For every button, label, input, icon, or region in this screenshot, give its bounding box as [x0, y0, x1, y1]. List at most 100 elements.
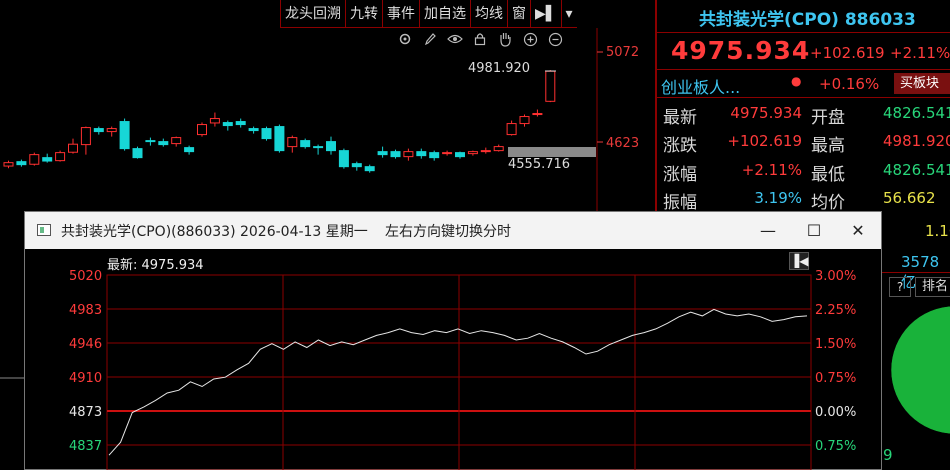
candle-body [55, 152, 66, 162]
candle-body [455, 152, 465, 158]
y-tick-label: 2.25% [815, 303, 856, 318]
popup-hint: 左右方向键切换分时 [385, 224, 511, 240]
sector-name[interactable]: 创业板人... [661, 74, 740, 98]
candle-body [429, 152, 440, 159]
divider [657, 97, 950, 98]
popup-titlebar[interactable]: 共封装光学(CPO)(886033) 2026-04-13 星期一 左右方向键切… [25, 212, 881, 249]
price-change-pct: +2.11% [890, 44, 950, 62]
y-tick-label: 4837 [69, 439, 102, 454]
candle-body [145, 140, 156, 143]
pie-slice [890, 306, 950, 434]
minus-circle-icon[interactable] [546, 30, 564, 48]
candle-body [235, 121, 246, 126]
candle-body [545, 70, 556, 102]
price-change: +102.619 [810, 44, 885, 62]
quote-row: 涨跌 +102.619 最高 4981.920 [657, 131, 950, 158]
candle-body [29, 154, 40, 165]
candle-body [119, 121, 130, 150]
divider [657, 69, 950, 70]
price-line [108, 308, 808, 456]
quote-row-value: +2.11% [741, 161, 802, 179]
candle-body [506, 123, 517, 136]
quote-row-value: 4826.541 [883, 161, 950, 179]
latest-price-label: 最新: 4975.934 [107, 258, 204, 273]
candle-body [364, 166, 375, 172]
y-tick-label: 5020 [69, 269, 102, 284]
nav-back-icon[interactable]: ▐◀ [789, 252, 809, 270]
candle-body [351, 163, 362, 168]
app-icon [37, 224, 51, 236]
buy-sector-button[interactable]: 买板块 [894, 73, 950, 94]
candle-body [80, 127, 91, 146]
quote-row-label: 振幅 [663, 193, 697, 213]
pen-icon[interactable] [421, 30, 439, 48]
candles-group [3, 70, 556, 173]
axis-price-label: 5072 [606, 45, 640, 60]
low-price-label: 4555.716 [508, 157, 571, 172]
quote-row-label: 均价 [811, 193, 845, 213]
play-to-end-icon[interactable]: ▶▌ [530, 0, 561, 28]
candle-body [493, 146, 504, 152]
quote-row-label: 开盘 [811, 108, 845, 128]
y-tick-label: 0.75% [815, 371, 856, 386]
toolbar-item-add-watchlist[interactable]: 加自选 [419, 0, 470, 28]
quote-row: 最新 4975.934 开盘 4826.541 [657, 103, 950, 130]
toolbar-item-nine-turn[interactable]: 九转 [345, 0, 382, 28]
toolbar-item-leader-review[interactable]: 龙头回溯 [280, 0, 345, 28]
y-tick-label: 4946 [69, 337, 102, 352]
candle-body [377, 151, 388, 156]
y-tick-label: 0.75% [815, 439, 856, 454]
hand-icon[interactable] [496, 30, 514, 48]
candle-body [416, 151, 427, 157]
y-tick-label: 0.00% [815, 405, 856, 420]
sector-change-pct: +0.16% [819, 75, 880, 93]
chevron-down-icon[interactable]: ▾ [560, 0, 577, 28]
quote-row-label: 最新 [663, 108, 697, 128]
chart-grid [106, 274, 812, 470]
candle-body [158, 141, 169, 146]
plus-circle-icon[interactable] [521, 30, 539, 48]
toolbar-item-moving-average[interactable]: 均线 [470, 0, 507, 28]
help-button[interactable]: ? [889, 277, 911, 297]
candle-body [338, 150, 349, 168]
candle-body [93, 128, 104, 133]
maximize-icon[interactable]: ☐ [791, 212, 837, 249]
quote-row-label: 最高 [811, 136, 845, 156]
candle-body [519, 116, 530, 125]
minimize-icon[interactable]: — [745, 212, 791, 249]
quote-row-label: 涨幅 [663, 165, 697, 185]
candle-body [171, 137, 182, 145]
candle-body [300, 140, 311, 148]
chart-tools-row [396, 30, 564, 48]
rank-button[interactable]: 排名 [915, 277, 950, 297]
candle-body [480, 150, 491, 153]
quote-row-value: 4975.934 [730, 104, 802, 122]
quote-row-value: 4981.920 [883, 132, 950, 150]
candle-body [287, 137, 298, 148]
gear-icon[interactable] [396, 30, 414, 48]
toolbar-item-window[interactable]: 窗 [507, 0, 530, 28]
misc-value: 1.10 [925, 222, 950, 240]
y-tick-label: 4910 [69, 371, 102, 386]
y-tick-label: 4983 [69, 303, 102, 318]
stock-title: 共封装光学(CPO) 886033 [699, 10, 916, 30]
popup-title: 共封装光学(CPO)(886033) 2026-04-13 星期一 [61, 224, 368, 240]
kline-toolbar: 龙头回溯 九转 事件 加自选 均线 窗 ▶▌ ▾ [280, 0, 577, 28]
candle-body [209, 118, 220, 124]
candle-body [248, 128, 259, 132]
low-price-bar [508, 147, 596, 157]
candle-body [442, 152, 453, 155]
candle-body [390, 151, 401, 158]
candle-body [106, 128, 117, 133]
candle-body [197, 124, 207, 136]
intraday-chart[interactable]: 5020 4983 4946 4910 4873 4837 3.00% 2.25% 1.50% 0… [25, 249, 881, 470]
candle-body [222, 122, 233, 127]
toolbar-item-events[interactable]: 事件 [382, 0, 419, 28]
close-icon[interactable]: ✕ [835, 212, 881, 249]
candle-body [68, 143, 78, 153]
quote-row-value: +102.619 [727, 132, 802, 150]
lock-icon[interactable] [471, 30, 489, 48]
quote-row-label: 涨跌 [663, 136, 697, 156]
eye-icon[interactable] [446, 30, 464, 48]
y-tick-label: 1.50% [815, 337, 856, 352]
